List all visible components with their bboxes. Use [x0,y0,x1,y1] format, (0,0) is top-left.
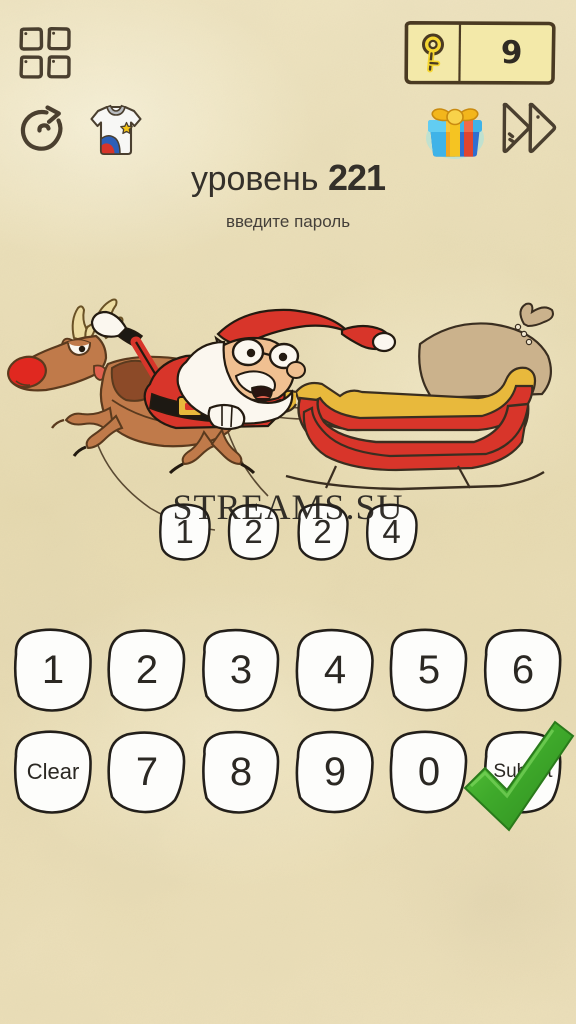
key-clear[interactable]: Clear [9,728,97,816]
key-label: 1 [41,647,65,692]
key-label: 5 [417,647,441,692]
key-label: 8 [229,749,253,794]
numeric-keypad: 1 2 3 4 5 6 Clear 7 8 9 0 Submit [0,626,576,816]
answer-tile-value: 2 [313,513,332,550]
key-label: Submit [493,761,553,782]
key-label: 6 [511,647,535,692]
answer-tile-value: 4 [382,513,401,550]
grid-menu-icon[interactable] [18,26,72,80]
sleigh-figure [273,302,554,491]
key-0[interactable]: 0 [385,728,473,816]
level-word: уровень [190,160,319,198]
answer-tile-value: 1 [175,513,194,550]
key-6[interactable]: 6 [479,626,567,714]
fast-forward-icon[interactable] [500,100,558,156]
key-7[interactable]: 7 [103,728,191,816]
key-label: 9 [323,749,347,794]
key-label: 4 [323,647,347,692]
answer-tile: 4 [363,502,420,562]
answer-display-row: 1 2 2 4 [0,502,576,562]
key-1[interactable]: 1 [9,626,97,714]
answer-tile: 2 [294,502,351,562]
key-submit[interactable]: Submit [479,728,567,816]
key-label: 2 [135,647,159,692]
gift-box-icon[interactable] [424,98,486,160]
restart-icon[interactable] [18,104,70,156]
title-block: уровень 221 введите пароль [0,158,576,232]
key-label: 3 [229,647,253,692]
key-9[interactable]: 9 [291,728,379,816]
key-label: 7 [135,749,159,794]
level-number: 221 [327,157,386,198]
key-label: Clear [26,759,80,784]
key-4[interactable]: 4 [291,626,379,714]
answer-tile-value: 2 [244,513,263,550]
key-8[interactable]: 8 [197,728,285,816]
santa-sleigh-illustration [7,298,554,531]
level-subtitle: введите пароль [225,212,351,232]
keypad-row-2: Clear 7 8 9 0 Submit [9,728,567,816]
page-title: уровень 221 [0,158,576,198]
tshirt-skin-icon[interactable] [88,100,144,158]
key-label: 0 [417,749,441,794]
key-2[interactable]: 2 [103,626,191,714]
answer-tile: 2 [225,502,282,562]
key-count-value: 9 [500,35,523,71]
answer-tile: 1 [156,502,213,562]
key-5[interactable]: 5 [385,626,473,714]
keypad-row-1: 1 2 3 4 5 6 [9,626,567,714]
key-3[interactable]: 3 [197,626,285,714]
